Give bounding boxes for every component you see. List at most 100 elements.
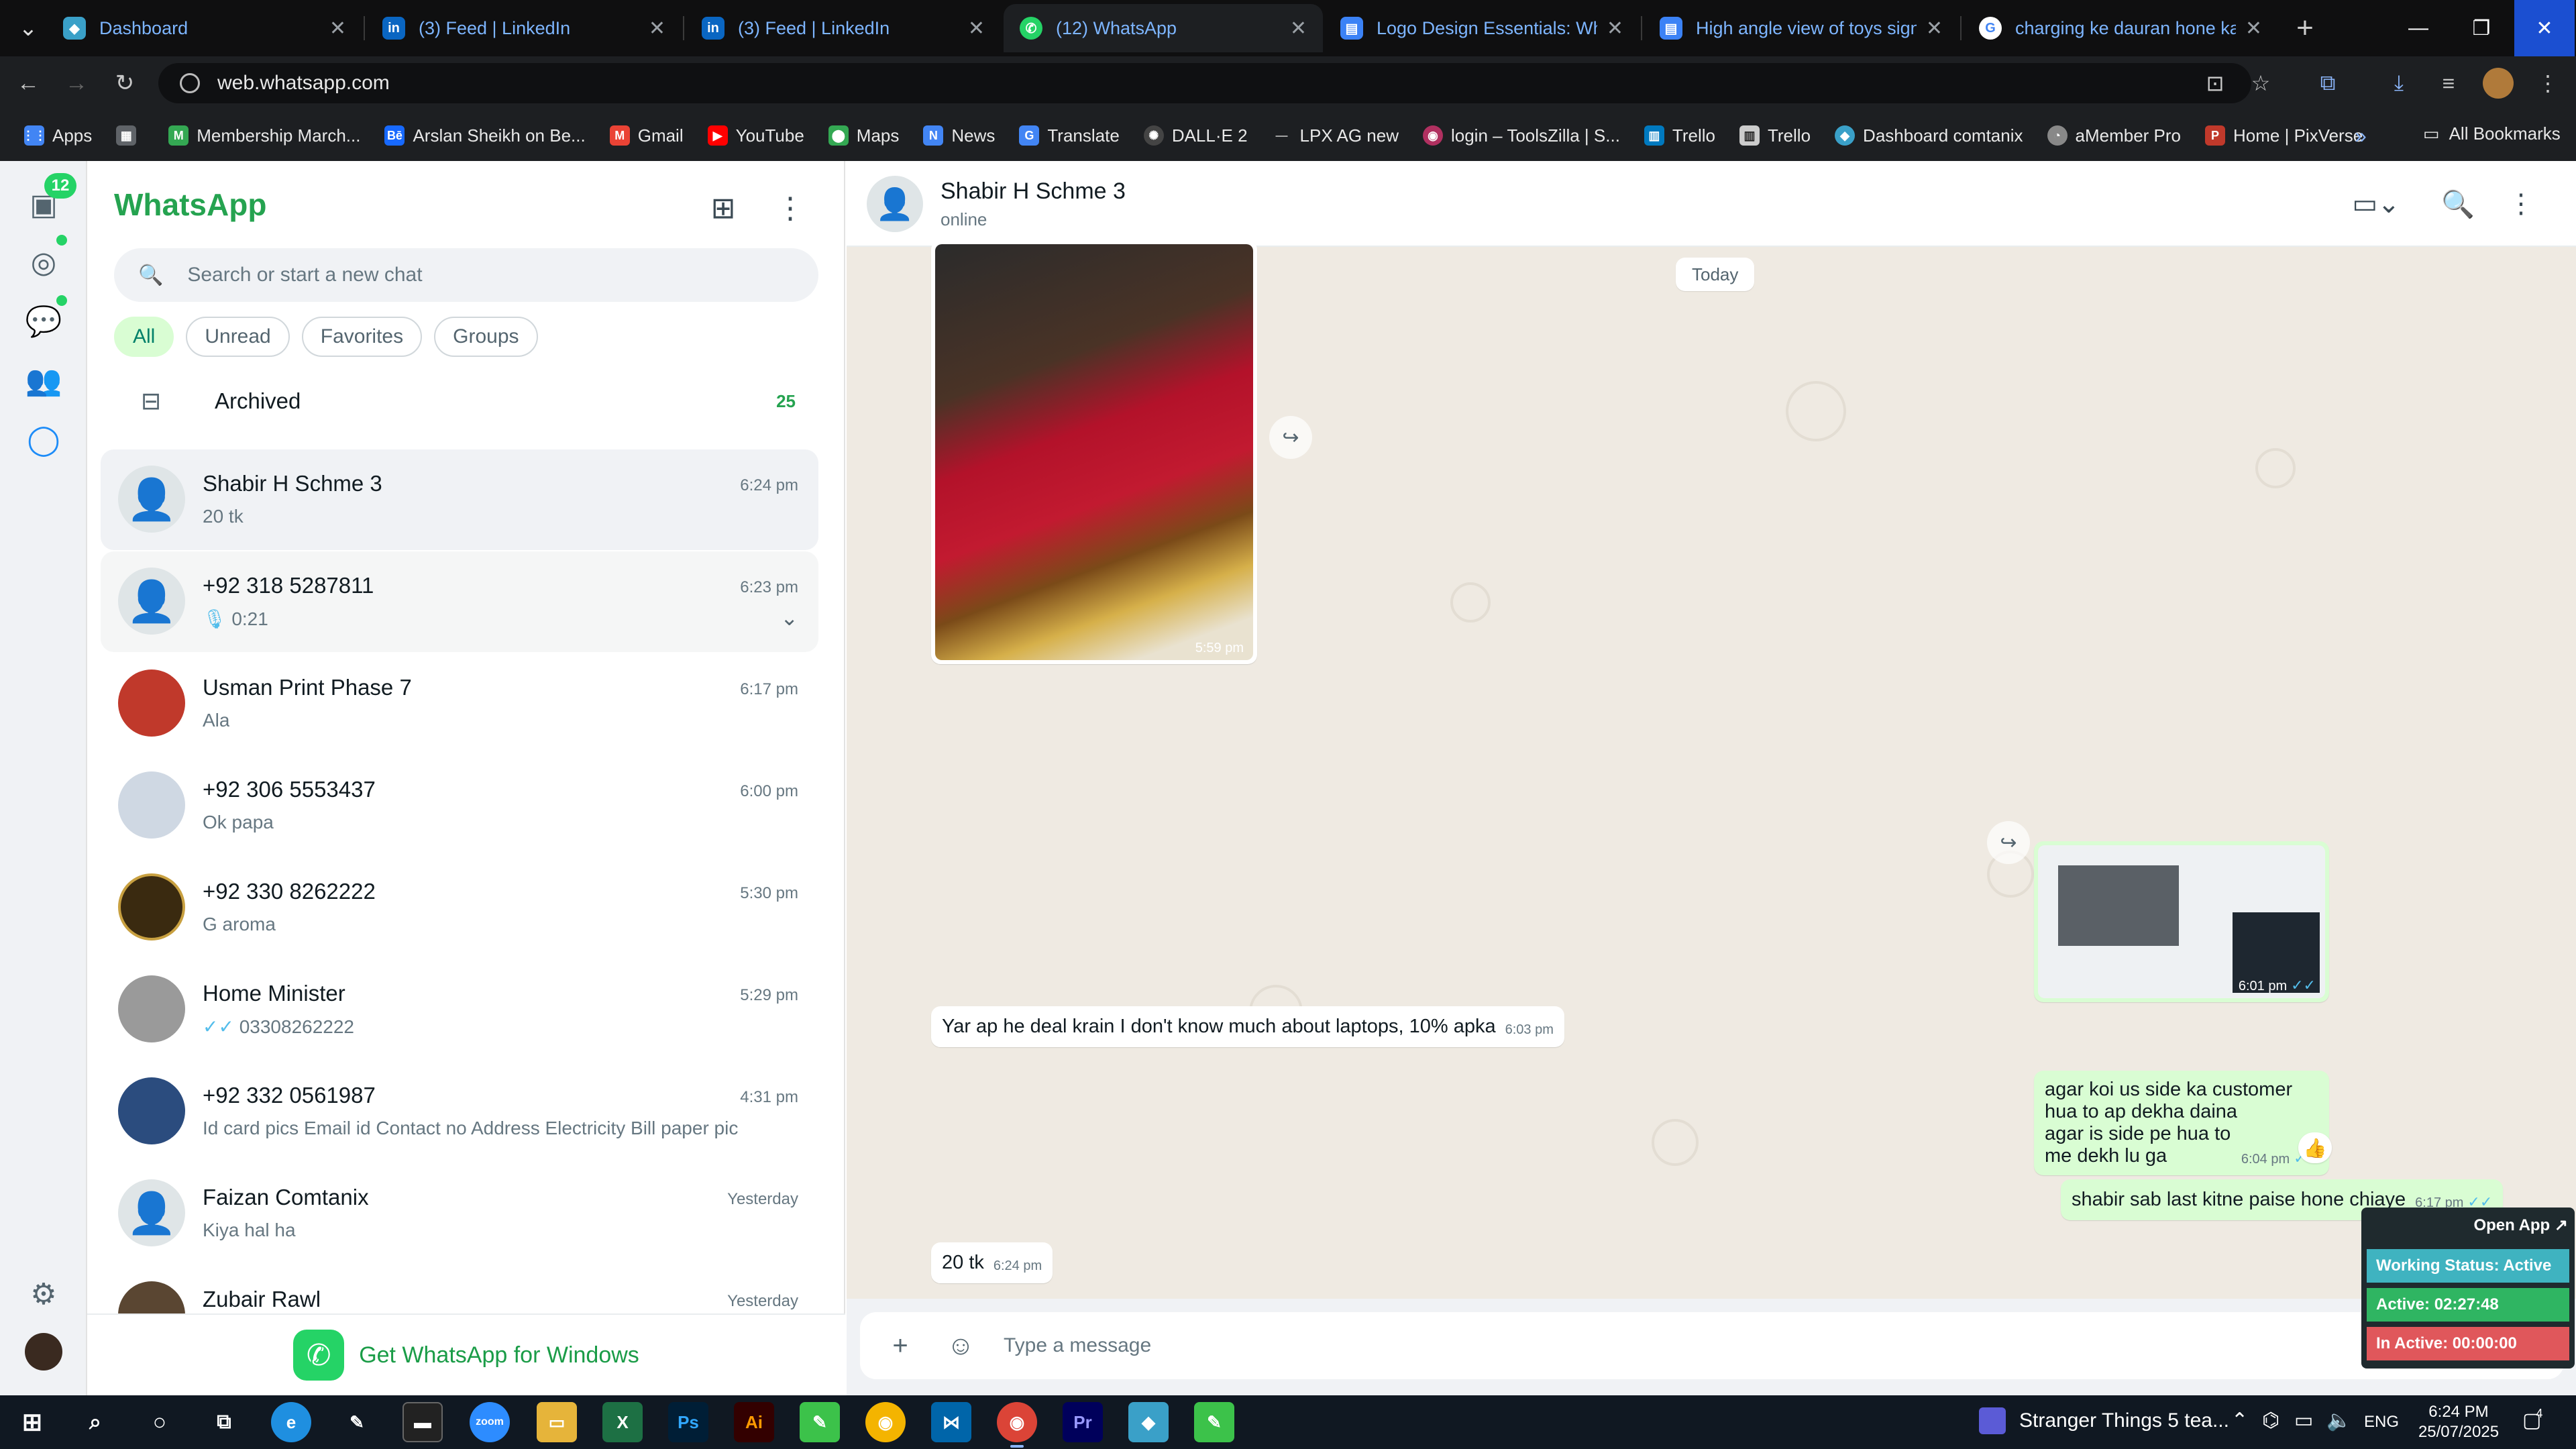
dashboard-app-icon[interactable]: ◆ bbox=[1128, 1402, 1169, 1442]
task-view-icon[interactable]: ⧉ bbox=[204, 1402, 244, 1442]
language-indicator[interactable]: ENG bbox=[2364, 1413, 2399, 1432]
tab-logo-design[interactable]: ▤ Logo Design Essentials: What E ✕ bbox=[1324, 4, 1640, 52]
forward-arrow-icon[interactable]: → bbox=[58, 64, 95, 102]
settings-gear-icon[interactable]: ⚙ bbox=[20, 1271, 67, 1318]
attach-plus-icon[interactable]: + bbox=[880, 1331, 920, 1361]
restore-window-icon[interactable]: ❐ bbox=[2451, 0, 2512, 56]
reload-icon[interactable]: ↻ bbox=[106, 64, 144, 102]
incoming-message[interactable]: Yar ap he deal krain I don't know much a… bbox=[931, 1006, 1564, 1047]
bookmark-maps[interactable]: ⬤ Maps bbox=[828, 125, 899, 146]
sticker-emoji-icon[interactable]: ☺ bbox=[941, 1331, 981, 1361]
photoshop-icon[interactable]: Ps bbox=[668, 1402, 708, 1442]
open-app-link[interactable]: Open App ↗ bbox=[2473, 1216, 2568, 1235]
conversation-header[interactable]: 👤 Shabir H Schme 3 online ▭⌄ 🔍 ⋮ bbox=[847, 161, 2576, 247]
bookmark-apps[interactable]: ⋮⋮ Apps bbox=[22, 125, 92, 146]
excel-icon[interactable]: X bbox=[602, 1402, 643, 1442]
windows-start-icon[interactable]: ⊞ bbox=[12, 1402, 52, 1442]
message-input[interactable] bbox=[1004, 1334, 2345, 1357]
bookmark-star-icon[interactable]: ☆ bbox=[2242, 64, 2279, 102]
close-tab-icon[interactable]: ✕ bbox=[968, 17, 985, 40]
download-icon[interactable]: ⤓ bbox=[2380, 64, 2418, 102]
bookmark-dashboard-comtanix[interactable]: ◆ Dashboard comtanix bbox=[1835, 125, 2023, 146]
bookmark-amember[interactable]: ◔ aMember Pro bbox=[2047, 125, 2181, 146]
menu-dots-icon[interactable]: ⋮ bbox=[770, 188, 810, 228]
incoming-message[interactable]: 20 tk 6:24 pm bbox=[931, 1242, 1053, 1283]
install-app-icon[interactable]: ⊡ bbox=[2196, 64, 2234, 102]
pen-tool-icon[interactable]: ✎ bbox=[337, 1402, 377, 1442]
chat-item[interactable]: +92 306 5553437 6:00 pm Ok papa bbox=[101, 755, 818, 856]
filter-unread[interactable]: Unread bbox=[186, 317, 290, 357]
premiere-icon[interactable]: Pr bbox=[1063, 1402, 1103, 1442]
reaction-badge[interactable]: 👍 bbox=[2298, 1132, 2332, 1163]
tab-linkedin-1[interactable]: in (3) Feed | LinkedIn ✕ bbox=[366, 4, 682, 52]
green-app-icon-2[interactable]: ✎ bbox=[1194, 1402, 1234, 1442]
close-window-icon[interactable]: ✕ bbox=[2514, 0, 2575, 56]
communities-icon[interactable]: 👥 bbox=[20, 357, 67, 404]
tab-google-search[interactable]: G charging ke dauran hone ka us ✕ bbox=[1963, 4, 2278, 52]
new-chat-icon[interactable]: ⊞ bbox=[703, 188, 743, 228]
bookmark-membership[interactable]: M Membership March... bbox=[168, 125, 360, 146]
volume-icon[interactable]: 🔈 bbox=[2326, 1409, 2351, 1432]
image-message[interactable]: 6:01 pm ✓✓ bbox=[2034, 841, 2329, 1002]
meta-ai-icon[interactable]: ◯ bbox=[20, 416, 67, 463]
site-info-icon[interactable] bbox=[180, 73, 200, 93]
tab-dashboard[interactable]: ◆ Dashboard ✕ bbox=[47, 4, 362, 52]
close-tab-icon[interactable]: ✕ bbox=[1926, 17, 1943, 40]
image-message[interactable]: 5:59 pm bbox=[931, 240, 1257, 664]
chevron-down-icon[interactable]: ⌄ bbox=[780, 605, 798, 631]
filter-groups[interactable]: Groups bbox=[434, 317, 538, 357]
filter-favorites[interactable]: Favorites bbox=[301, 317, 423, 357]
media-control-icon[interactable]: ≡ bbox=[2430, 64, 2467, 102]
bookmark-lpx[interactable]: — LPX AG new bbox=[1272, 125, 1399, 146]
bookmark-trello-2[interactable]: ▥ Trello bbox=[1739, 125, 1811, 146]
green-app-icon[interactable]: ✎ bbox=[800, 1402, 840, 1442]
outgoing-message[interactable]: agar koi us side ka customer hua to ap d… bbox=[2034, 1071, 2329, 1175]
close-tab-icon[interactable]: ✕ bbox=[1290, 17, 1307, 40]
chat-item[interactable]: 👤 +92 318 5287811 6:23 pm 🎙 0:21 ⌄ bbox=[101, 551, 818, 652]
close-tab-icon[interactable]: ✕ bbox=[1607, 17, 1623, 40]
chat-item[interactable]: 👤 Faizan Comtanix Yesterday Kiya hal ha bbox=[101, 1163, 818, 1264]
clock[interactable]: 6:24 PM 25/07/2025 bbox=[2408, 1402, 2509, 1442]
status-icon[interactable]: ◎ bbox=[20, 239, 67, 286]
cortana-icon[interactable]: ○ bbox=[140, 1402, 180, 1442]
close-tab-icon[interactable]: ✕ bbox=[649, 17, 665, 40]
tab-linkedin-2[interactable]: in (3) Feed | LinkedIn ✕ bbox=[686, 4, 1001, 52]
all-bookmarks-button[interactable]: ▭ All Bookmarks bbox=[2423, 123, 2561, 144]
extensions-icon[interactable]: ⧉ bbox=[2309, 64, 2347, 102]
bookmark-translate[interactable]: G Translate bbox=[1019, 125, 1120, 146]
file-explorer-icon[interactable]: ▭ bbox=[537, 1402, 577, 1442]
bookmark-dalle[interactable]: ✺ DALL·E 2 bbox=[1143, 125, 1248, 146]
bookmark-toolszilla[interactable]: ◉ login – ToolsZilla | S... bbox=[1422, 125, 1620, 146]
bookmark-pixverse[interactable]: P Home | PixVerse bbox=[2205, 125, 2363, 146]
bookmark-news[interactable]: N News bbox=[923, 125, 995, 146]
menu-dots-icon[interactable]: ⋮ bbox=[2501, 184, 2541, 224]
bookmark-trello-1[interactable]: ▥ Trello bbox=[1644, 125, 1715, 146]
forward-icon[interactable]: ↪ bbox=[1269, 416, 1312, 459]
chat-item[interactable]: +92 330 8262222 5:30 pm G aroma bbox=[101, 857, 818, 958]
profile-avatar[interactable] bbox=[20, 1328, 67, 1375]
terminal-icon[interactable]: ▬ bbox=[402, 1402, 443, 1442]
media-widget[interactable]: Stranger Things 5 tea... bbox=[1979, 1407, 2229, 1434]
chrome-icon[interactable]: ◉ bbox=[865, 1402, 906, 1442]
close-tab-icon[interactable]: ✕ bbox=[2245, 17, 2262, 40]
bookmark-grid[interactable]: ▦ bbox=[116, 125, 144, 146]
back-arrow-icon[interactable]: ← bbox=[9, 64, 47, 102]
zoom-icon[interactable]: zoom bbox=[470, 1402, 510, 1442]
chat-item[interactable]: Home Minister 5:29 pm ✓✓ 03308262222 bbox=[101, 959, 818, 1060]
minimize-window-icon[interactable]: — bbox=[2388, 0, 2449, 56]
more-bookmarks-chevron-icon[interactable]: » bbox=[2355, 123, 2367, 148]
vscode-icon[interactable]: ⋈ bbox=[931, 1402, 971, 1442]
filter-all[interactable]: All bbox=[114, 317, 174, 357]
default-avatar-icon[interactable]: 👤 bbox=[867, 176, 923, 232]
address-bar[interactable]: web.whatsapp.com bbox=[158, 63, 2251, 103]
meet-now-icon[interactable]: ⌬ bbox=[2262, 1409, 2279, 1432]
browser-menu-icon[interactable]: ⋮ bbox=[2529, 64, 2567, 102]
chat-item[interactable]: Usman Print Phase 7 6:17 pm Ala bbox=[101, 653, 818, 754]
chat-item[interactable]: 👤 Shabir H Schme 3 6:24 pm 20 tk bbox=[101, 449, 818, 550]
contact-name[interactable]: Shabir H Schme 3 bbox=[941, 178, 1126, 205]
tab-toys-sign[interactable]: ▤ High angle view of toys sign | F ✕ bbox=[1644, 4, 1959, 52]
bookmark-youtube[interactable]: ▶ YouTube bbox=[707, 125, 804, 146]
profile-avatar[interactable] bbox=[2479, 64, 2517, 102]
archived-row[interactable]: ⊟ Archived 25 bbox=[114, 376, 825, 427]
tab-search-chevron-icon[interactable]: ⌄ bbox=[9, 9, 47, 47]
